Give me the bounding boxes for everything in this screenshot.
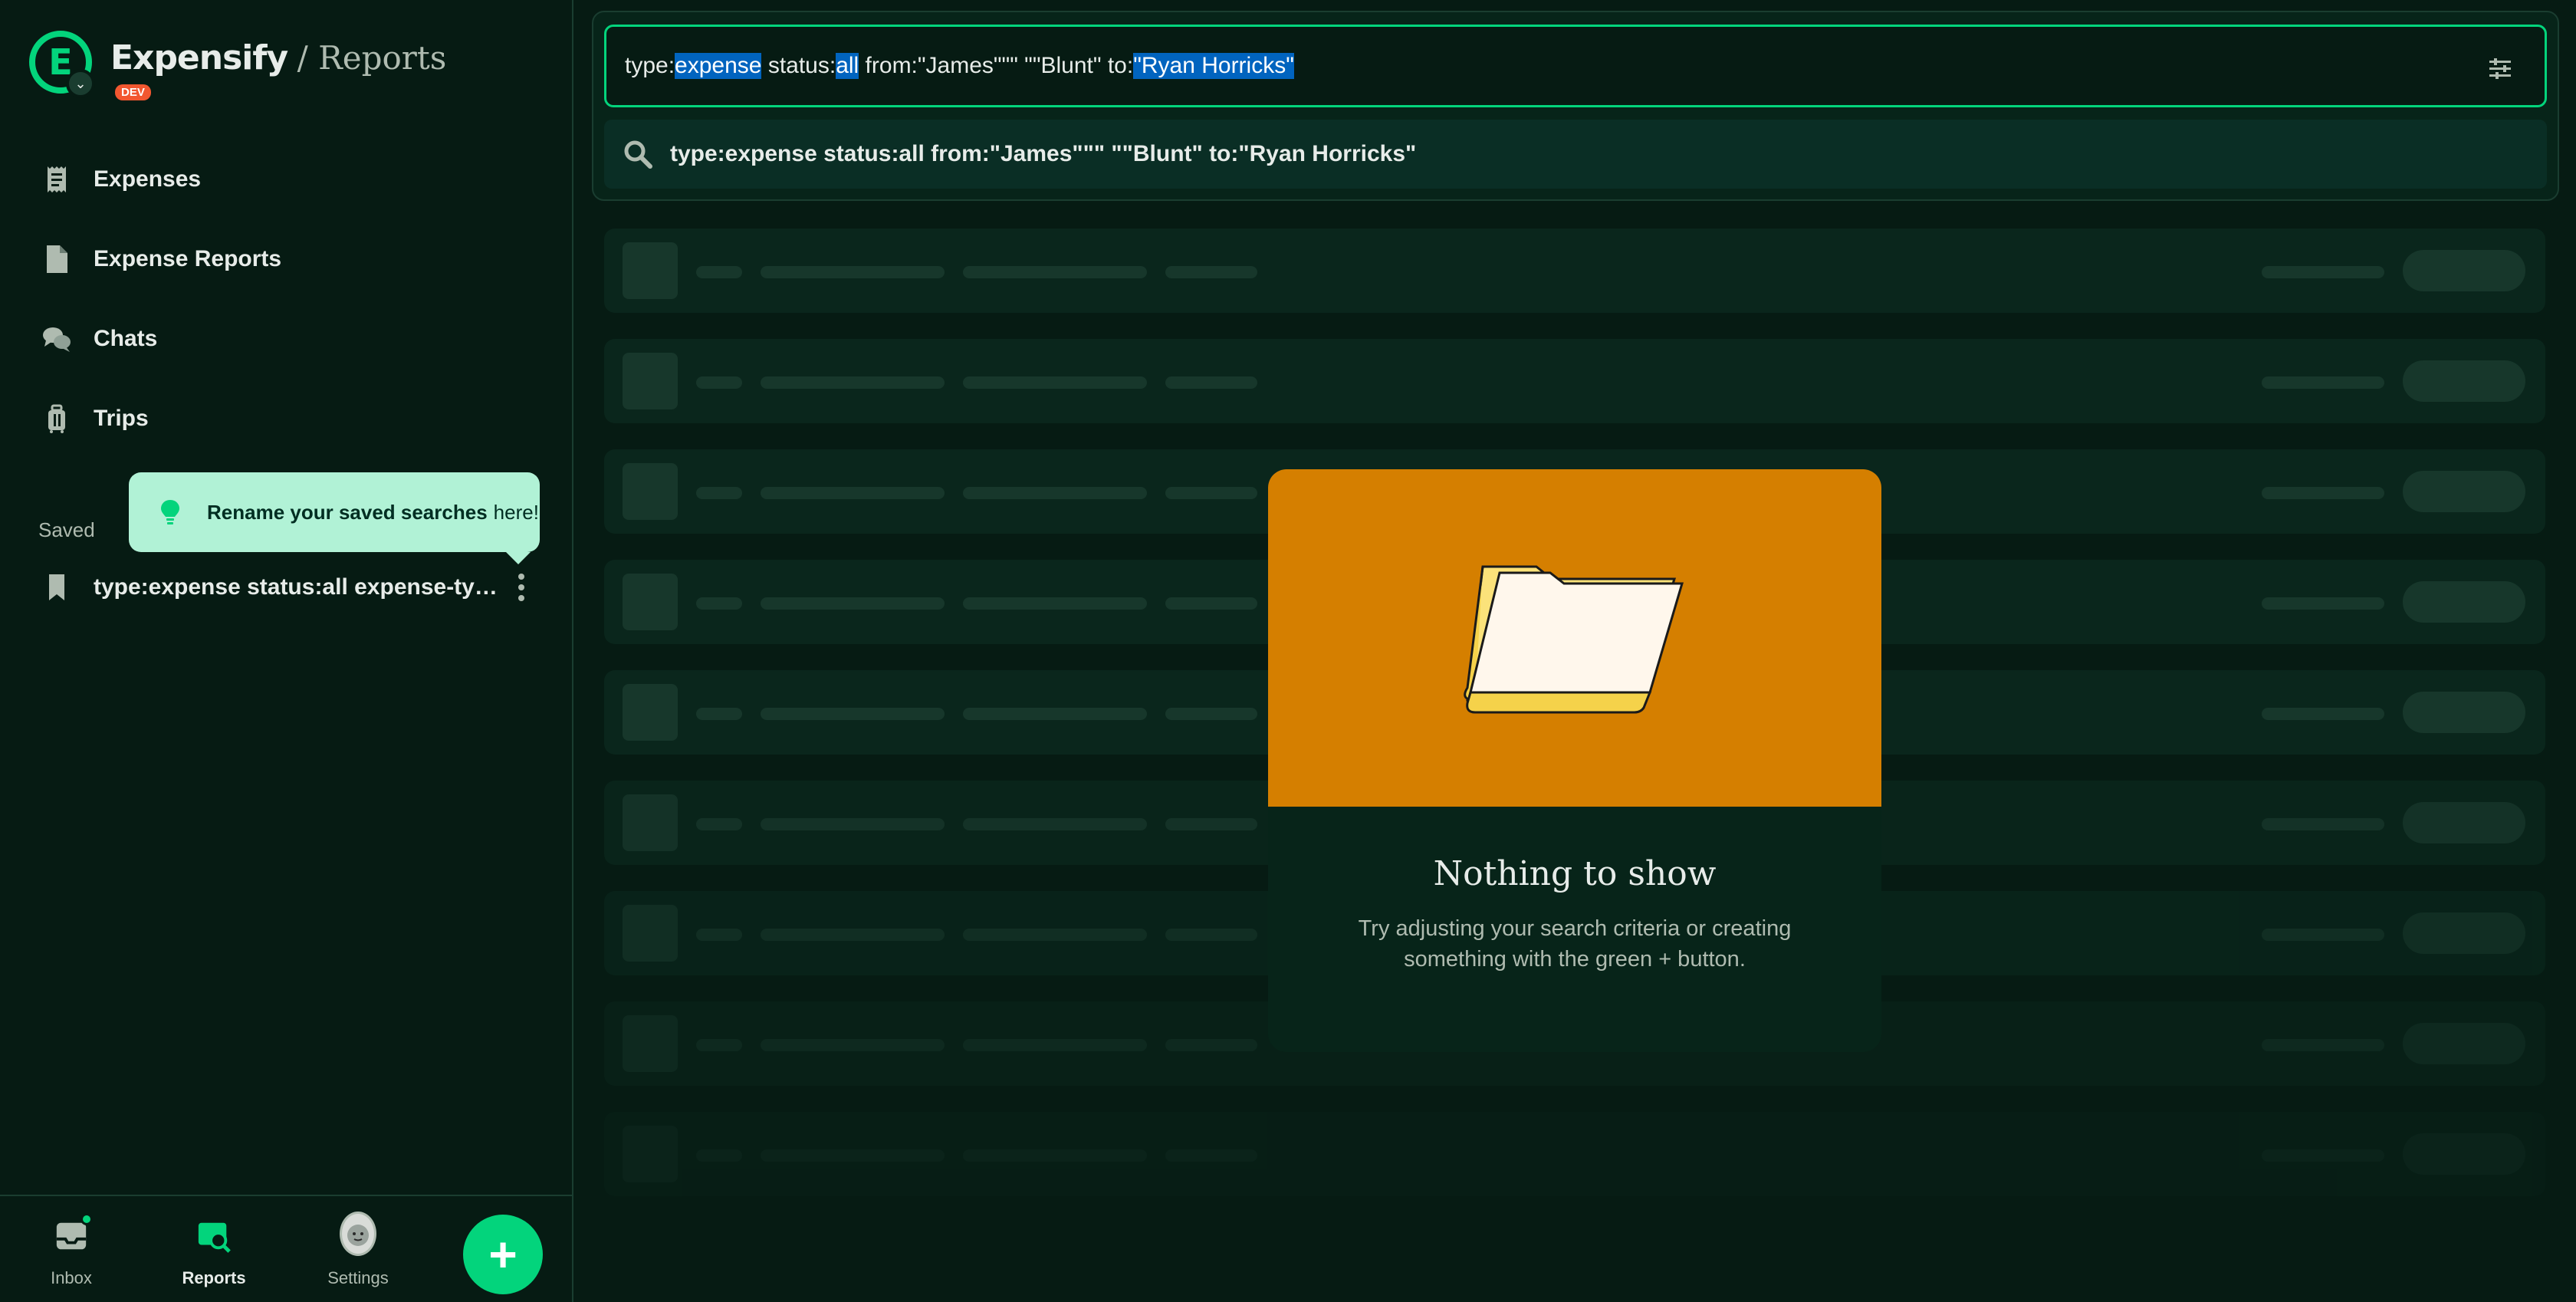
sidebar-item-label: Expense Reports (94, 246, 282, 271)
bottom-tab-bar: Inbox Reports Settings + (0, 1195, 572, 1302)
more-options-icon[interactable] (511, 567, 532, 607)
skeleton-row (604, 339, 2545, 423)
query-text: from:"James""" ""Blunt" to: (859, 53, 1134, 78)
notification-dot (80, 1213, 93, 1225)
sidebar-item-expenses[interactable]: Expenses (0, 140, 572, 219)
tab-reports[interactable]: Reports (172, 1218, 256, 1288)
chevron-down-icon[interactable]: ⌄ (66, 69, 95, 98)
sidebar: E ⌄ Expensify / Reports DEV Expenses Exp… (0, 0, 573, 1302)
sidebar-item-label: Chats (94, 326, 158, 351)
tooltip-strong-text: Rename your saved searches (207, 500, 488, 524)
empty-state-illustration (1268, 469, 1881, 807)
search-icon (624, 140, 652, 169)
query-selected-text: expense (675, 53, 762, 79)
rename-saved-search-tooltip[interactable]: Rename your saved searches here! (129, 472, 540, 564)
query-selected-text: all (836, 53, 859, 79)
query-selected-text: "Ryan Horricks" (1133, 53, 1294, 79)
sidebar-item-trips[interactable]: Trips (0, 379, 572, 459)
query-text: status: (761, 53, 836, 78)
saved-heading: Saved (38, 518, 95, 541)
brand-name: Expensify (110, 38, 288, 77)
sidebar-nav: Expenses Expense Reports Chats Trips (0, 140, 572, 459)
tab-settings[interactable]: Settings (316, 1212, 400, 1288)
empty-state-title: Nothing to show (1433, 854, 1717, 893)
tab-reports-label: Reports (182, 1268, 246, 1287)
bookmark-icon (41, 572, 72, 603)
search-suggestion[interactable]: type:expense status:all from:"James""" "… (604, 120, 2547, 189)
tab-inbox-label: Inbox (51, 1268, 92, 1287)
receipt-icon (41, 164, 72, 195)
suggestion-text: type:expense status:all from:"James""" "… (670, 141, 1417, 166)
search-router: type: expense status: all from:"James""" "… (592, 11, 2559, 201)
tab-inbox[interactable]: Inbox (29, 1213, 113, 1288)
dev-badge: DEV (115, 84, 151, 100)
filter-icon[interactable] (2486, 54, 2514, 82)
sidebar-item-chats[interactable]: Chats (0, 299, 572, 379)
tab-settings-label: Settings (327, 1268, 389, 1287)
create-button[interactable]: + (463, 1215, 543, 1294)
settings-avatar-wrap (340, 1212, 376, 1256)
sidebar-item-expense-reports[interactable]: Expense Reports (0, 219, 572, 299)
chat-bubbles-icon (41, 324, 72, 354)
reports-search-icon (196, 1218, 232, 1254)
saved-search-label: type:expense status:all expense-type:... (94, 574, 502, 600)
sidebar-item-label: Expenses (94, 166, 202, 192)
empty-state-subtitle: Try adjusting your search criteria or cr… (1358, 916, 1792, 972)
lightbulb-icon (161, 500, 179, 524)
plus-icon: + (488, 1227, 518, 1282)
workspace-switcher[interactable]: E ⌄ (29, 31, 95, 98)
query-text: type: (625, 53, 675, 78)
search-input[interactable]: type: expense status: all from:"James""" "… (604, 25, 2547, 107)
document-icon (41, 244, 72, 275)
saved-search-item[interactable]: type:expense status:all expense-type:... (41, 567, 532, 607)
section-title: / Reports (297, 38, 447, 77)
folder-icon (1464, 565, 1684, 714)
avatar (340, 1212, 376, 1256)
skeleton-row (604, 229, 2545, 313)
brand-header: E ⌄ Expensify / Reports DEV (29, 28, 447, 100)
skeleton-row (604, 1112, 2545, 1196)
sidebar-item-label: Trips (94, 406, 149, 431)
main-content: type: expense status: all from:"James""" "… (573, 0, 2576, 1302)
tooltip-text: here! (493, 500, 539, 524)
brand-title: Expensify / Reports DEV (110, 38, 447, 100)
empty-state-card: Nothing to show Try adjusting your searc… (1268, 469, 1881, 1052)
inbox-icon (53, 1213, 93, 1254)
suitcase-icon (41, 403, 72, 434)
